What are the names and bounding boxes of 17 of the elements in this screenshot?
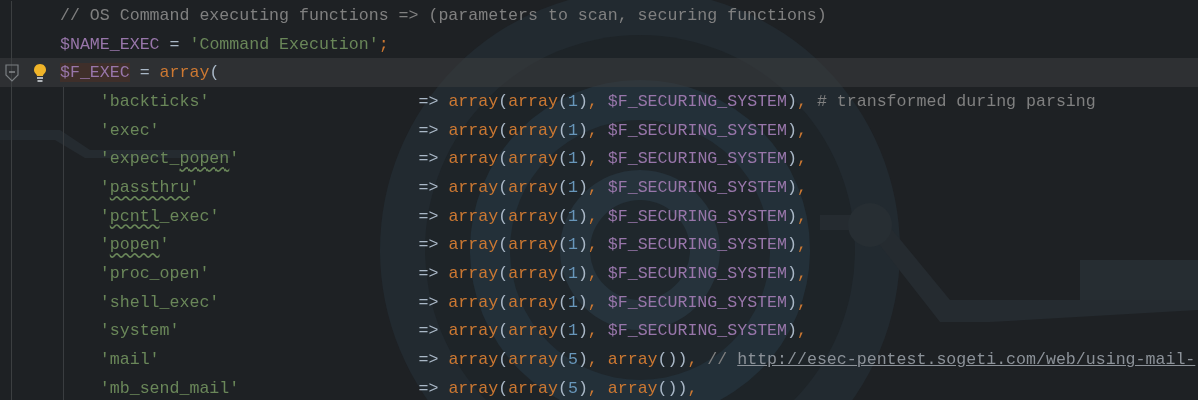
fold-marker-icon[interactable] [4,63,20,82]
code-line: 'mb_send_mail' => array(array(5), array()), [98,378,698,398]
lightbulb-icon[interactable] [33,62,47,83]
code-line: 'shell_exec' => array(array(1), $F_SECURING_SYSTEM), [98,292,807,312]
code-line: // OS Command executing functions => (parameters to scan, securing functions) [60,5,827,25]
code-line: 'exec' => array(array(1), $F_SECURING_SYSTEM), [98,120,807,140]
code-line: 'backticks' => array(array(1), $F_SECURING_SYSTEM), # transformed during parsing [98,91,1096,111]
code-line: 'proc_open' => array(array(1), $F_SECURING_SYSTEM), [98,264,807,284]
code-line: 'popen' => array(array(1), $F_SECURING_SYSTEM), [98,235,807,255]
code-line: 'system' => array(array(1), $F_SECURING_SYSTEM), [98,321,807,341]
code-link[interactable]: http://esec-pentest.sogeti.com/web/using-mail- [737,350,1196,370]
code-line: $NAME_EXEC = 'Command Execution'; [60,34,389,54]
code-line: 'mail' => array(array(5), array()), // [98,350,729,370]
code-line: 'expect_popen' => array(array(1), $F_SECURING_SYSTEM), [98,149,807,169]
code-line: 'pcntl_exec' => array(array(1), $F_SECURING_SYSTEM), [98,206,807,226]
code-line: $F_EXEC = array( [60,63,220,83]
code-line: 'passthru' => array(array(1), $F_SECURING_SYSTEM), [98,177,807,197]
